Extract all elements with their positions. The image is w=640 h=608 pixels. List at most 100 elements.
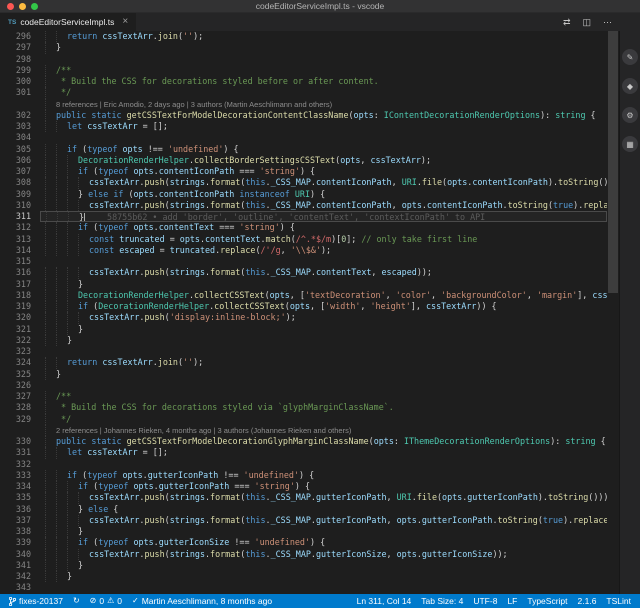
line-number[interactable]: 329 <box>0 414 40 425</box>
close-window-button[interactable] <box>7 3 14 10</box>
diamond-icon[interactable]: ◆ <box>622 78 638 94</box>
code-row[interactable]: 326 <box>0 380 607 391</box>
line-number[interactable]: 300 <box>0 76 40 87</box>
ts-version-status[interactable]: 2.1.6 <box>573 594 602 608</box>
scrollbar-thumb[interactable] <box>608 31 618 293</box>
code-row[interactable]: 315 <box>0 256 607 267</box>
line-number[interactable]: 322 <box>0 335 40 346</box>
line-number[interactable]: 327 <box>0 391 40 402</box>
line-number[interactable]: 307 <box>0 166 40 177</box>
codelens-text[interactable]: 8 references | Eric Amodio, 2 days ago |… <box>56 100 332 109</box>
line-number[interactable]: 321 <box>0 324 40 335</box>
code-row[interactable]: 303let cssTextArr = []; <box>0 121 607 132</box>
tslint-status[interactable]: TSLint <box>601 594 636 608</box>
tab-code-editor-service-impl[interactable]: TS codeEditorServiceImpl.ts × <box>0 13 136 31</box>
line-number[interactable]: 296 <box>0 31 40 42</box>
code-row[interactable]: 340cssTextArr.push(strings.format(this._… <box>0 549 607 560</box>
code-row[interactable]: 310cssTextArr.push(strings.format(this._… <box>0 200 607 211</box>
code-row[interactable]: 312if (typeof opts.contentText === 'stri… <box>0 222 607 233</box>
line-number[interactable]: 311 <box>0 211 40 222</box>
line-number[interactable]: 342 <box>0 571 40 582</box>
line-number[interactable]: 310 <box>0 200 40 211</box>
code-row[interactable]: 313const truncated = opts.contentText.ma… <box>0 234 607 245</box>
code-row[interactable]: 334if (typeof opts.gutterIconPath === 's… <box>0 481 607 492</box>
line-number[interactable]: 302 <box>0 110 40 121</box>
scrollbar[interactable] <box>607 31 619 594</box>
code-row[interactable]: 306DecorationRenderHelper.collectBorderS… <box>0 155 607 166</box>
line-number[interactable]: 306 <box>0 155 40 166</box>
line-number[interactable]: 308 <box>0 177 40 188</box>
line-number[interactable]: 334 <box>0 481 40 492</box>
code-row[interactable]: 296return cssTextArr.join(''); <box>0 31 607 42</box>
code-row[interactable]: 309} else if (opts.contentIconPath insta… <box>0 189 607 200</box>
code-row[interactable]: 330public static getCSSTextForModelDecor… <box>0 436 607 447</box>
grid-icon[interactable]: ▦ <box>622 136 638 152</box>
line-number[interactable]: 338 <box>0 526 40 537</box>
cursor-position-status[interactable]: Ln 311, Col 14 <box>352 594 417 608</box>
code-row[interactable]: 320cssTextArr.push('display:inline-block… <box>0 312 607 323</box>
tab-size-status[interactable]: Tab Size: 4 <box>416 594 468 608</box>
code-row[interactable]: 299/** <box>0 65 607 76</box>
line-number[interactable] <box>0 425 40 436</box>
line-number[interactable]: 330 <box>0 436 40 447</box>
code-row[interactable]: 300 * Build the CSS for decorations styl… <box>0 76 607 87</box>
gear-icon[interactable]: ⚙ <box>622 107 638 123</box>
code-row[interactable]: 321} <box>0 324 607 335</box>
gitlens-blame-status[interactable]: ✓ Martin Aeschlimann, 8 months ago <box>127 594 277 608</box>
code-row[interactable]: 342} <box>0 571 607 582</box>
code-row[interactable]: 327/** <box>0 391 607 402</box>
line-number[interactable]: 305 <box>0 144 40 155</box>
line-number[interactable]: 318 <box>0 290 40 301</box>
line-number[interactable]: 323 <box>0 346 40 357</box>
code-row[interactable]: 316cssTextArr.push(strings.format(this._… <box>0 267 607 278</box>
codelens-content[interactable]: 2 references | Johannes Rieken, 4 months… <box>40 425 607 436</box>
line-number[interactable]: 309 <box>0 189 40 200</box>
code-row[interactable]: 301 */ <box>0 87 607 98</box>
code-row[interactable]: 325} <box>0 369 607 380</box>
open-changes-icon[interactable]: ⇄ <box>563 18 571 27</box>
line-number[interactable]: 317 <box>0 279 40 290</box>
line-number[interactable]: 340 <box>0 549 40 560</box>
line-number[interactable]: 339 <box>0 537 40 548</box>
close-tab-icon[interactable]: × <box>122 17 128 27</box>
line-number[interactable]: 324 <box>0 357 40 368</box>
line-number[interactable]: 316 <box>0 267 40 278</box>
code-area[interactable]: 296return cssTextArr.join('');297}298299… <box>0 31 607 594</box>
encoding-status[interactable]: UTF-8 <box>468 594 502 608</box>
line-number[interactable]: 325 <box>0 369 40 380</box>
code-row[interactable]: 305if (typeof opts !== 'undefined') { <box>0 144 607 155</box>
line-number[interactable]: 298 <box>0 54 40 65</box>
line-number[interactable]: 331 <box>0 447 40 458</box>
split-editor-icon[interactable]: ◫ <box>582 18 591 27</box>
line-number[interactable]: 332 <box>0 459 40 470</box>
language-status[interactable]: TypeScript <box>522 594 572 608</box>
line-number[interactable]: 341 <box>0 560 40 571</box>
code-row[interactable]: 338} <box>0 526 607 537</box>
code-row[interactable]: 343 <box>0 582 607 593</box>
line-number[interactable]: 304 <box>0 132 40 143</box>
more-actions-icon[interactable]: ⋯ <box>603 18 612 27</box>
line-number[interactable]: 319 <box>0 301 40 312</box>
line-number[interactable]: 301 <box>0 87 40 98</box>
line-number[interactable]: 326 <box>0 380 40 391</box>
code-row[interactable]: 329 */ <box>0 414 607 425</box>
codelens-content[interactable]: 8 references | Eric Amodio, 2 days ago |… <box>40 99 607 110</box>
line-number[interactable]: 337 <box>0 515 40 526</box>
line-number[interactable]: 299 <box>0 65 40 76</box>
code-row[interactable]: 323 <box>0 346 607 357</box>
git-branch-status[interactable]: fixes-20137 <box>4 594 68 608</box>
code-row[interactable]: 304 <box>0 132 607 143</box>
pencil-icon[interactable]: ✎ <box>622 49 638 65</box>
code-row[interactable]: 311}58755b62 • add 'border', 'outline', … <box>0 211 607 222</box>
code-row[interactable]: 332 <box>0 459 607 470</box>
line-number[interactable]: 336 <box>0 504 40 515</box>
problems-status[interactable]: ⊘ 0 ⚠ 0 <box>85 594 127 608</box>
line-number[interactable]: 297 <box>0 42 40 53</box>
code-row[interactable]: 335cssTextArr.push(strings.format(this._… <box>0 492 607 503</box>
line-number[interactable]: 303 <box>0 121 40 132</box>
code-row[interactable]: 317} <box>0 279 607 290</box>
code-row[interactable]: 322} <box>0 335 607 346</box>
codelens-row[interactable]: 2 references | Johannes Rieken, 4 months… <box>0 425 607 436</box>
line-number[interactable]: 333 <box>0 470 40 481</box>
line-number[interactable] <box>0 99 40 110</box>
